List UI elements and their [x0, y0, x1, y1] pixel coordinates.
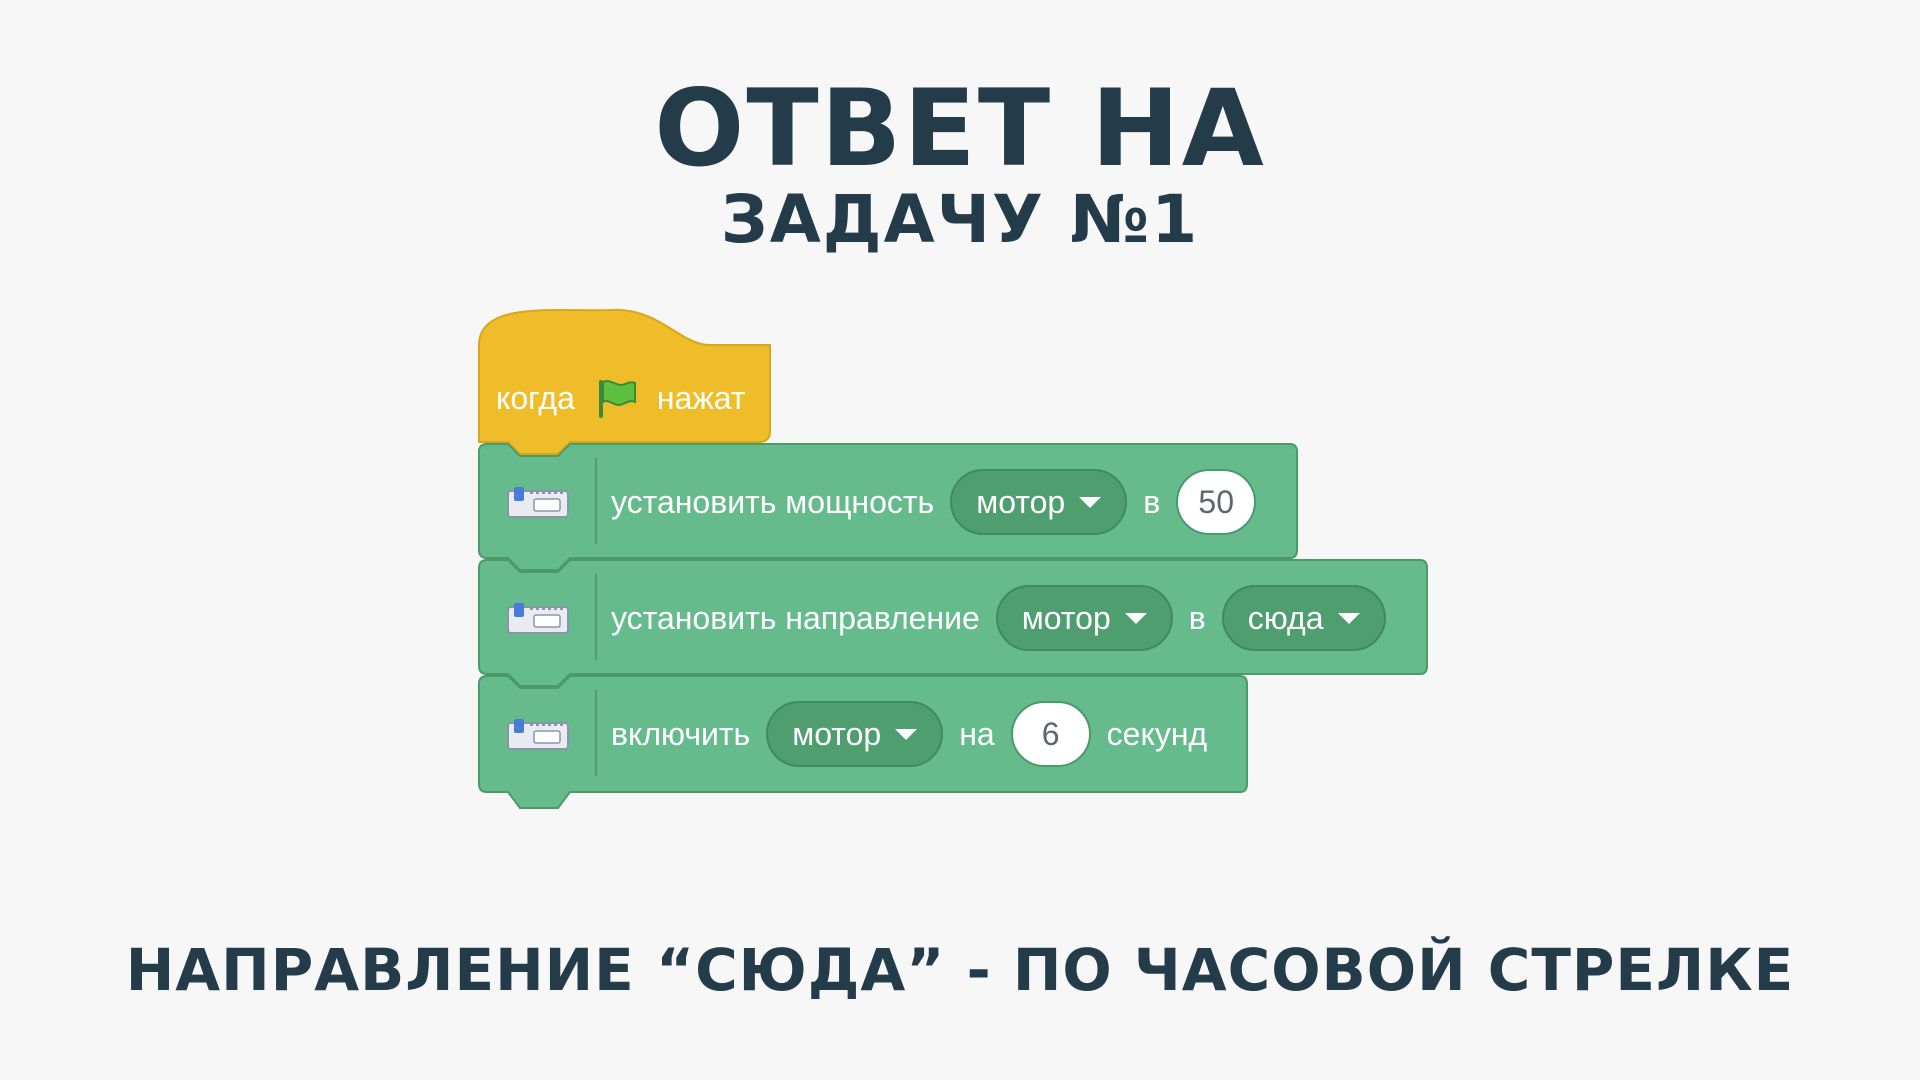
connector-label: на — [959, 715, 995, 752]
motor-dropdown[interactable]: мотор — [950, 469, 1128, 535]
run-motor-label: включить — [611, 715, 751, 752]
green-flag-icon — [595, 376, 639, 420]
motor-extension-icon — [505, 482, 571, 522]
power-input[interactable]: 50 — [1176, 469, 1257, 535]
dropdown-arrow-icon — [1337, 612, 1360, 624]
set-direction-block[interactable]: установить направление мотор в сюда — [505, 560, 1402, 676]
motor-dropdown-value: мотор — [1021, 599, 1111, 636]
set-power-block[interactable]: установить мощность мотор в 50 — [505, 444, 1272, 560]
motor-dropdown[interactable]: мотор — [995, 585, 1173, 651]
motor-dropdown-value: мотор — [792, 715, 882, 752]
motor-dropdown[interactable]: мотор — [766, 701, 944, 767]
connector-label: в — [1188, 599, 1206, 636]
hat-block[interactable]: когда нажат — [496, 365, 745, 431]
hat-label-when: когда — [496, 379, 575, 416]
hat-label-pressed: нажат — [656, 379, 746, 416]
answer-note: НАПРАВЛЕНИЕ “СЮДА” - ПО ЧАСОВОЙ СТРЕЛКЕ — [125, 936, 1795, 1004]
motor-dropdown-value: мотор — [976, 483, 1066, 520]
set-power-label: установить мощность — [611, 483, 935, 520]
direction-dropdown[interactable]: сюда — [1221, 585, 1386, 651]
dropdown-arrow-icon — [1124, 612, 1147, 624]
motor-extension-icon — [505, 598, 571, 638]
seconds-unit-label: секунд — [1106, 715, 1208, 752]
direction-dropdown-value: сюда — [1247, 599, 1324, 636]
connector-label: в — [1143, 483, 1161, 520]
dropdown-arrow-icon — [895, 728, 918, 740]
seconds-input[interactable]: 6 — [1010, 701, 1091, 767]
set-direction-label: установить направление — [611, 599, 980, 636]
run-motor-block[interactable]: включить мотор на 6 секунд — [505, 676, 1223, 792]
motor-extension-icon — [505, 714, 571, 754]
block-script: когда нажат установить мощность мотор в … — [0, 0, 1920, 1080]
dropdown-arrow-icon — [1079, 496, 1102, 508]
